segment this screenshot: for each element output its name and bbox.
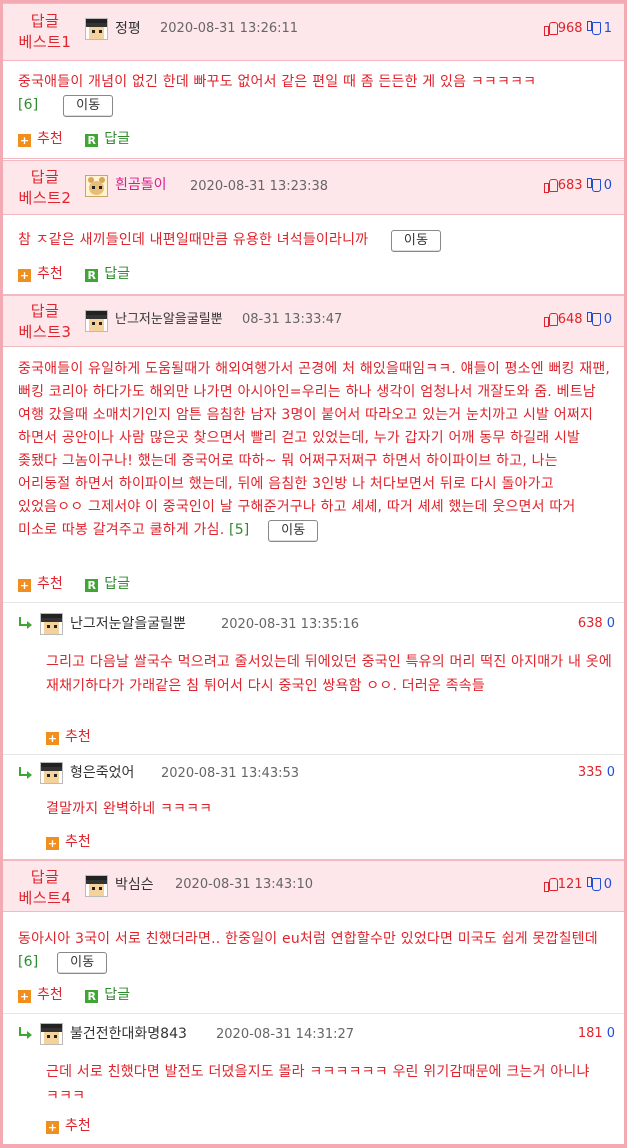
move-button[interactable]: 이동	[268, 520, 319, 542]
comment-actions: + 추천 R 답글	[18, 130, 148, 148]
author-nick[interactable]: 형은죽었어	[70, 763, 134, 783]
best-comment-header-2: 답글 베스트2 흰곰돌이 2020-08-31 13:23:38 683 0	[3, 160, 624, 215]
reply-arrow-icon	[18, 767, 32, 779]
recommend-button[interactable]: + 추천	[18, 130, 63, 148]
recommend-button[interactable]: + 추천	[46, 1117, 91, 1135]
avatar[interactable]	[40, 613, 63, 635]
thumbs-up-icon[interactable]	[543, 21, 558, 36]
comment-actions: + 추천 R 답글	[18, 986, 148, 1004]
comment-date: 2020-08-31 14:31:27	[216, 1027, 355, 1042]
comment-actions: + 추천 R 답글	[18, 265, 148, 283]
comment-date: 08-31 13:33:47	[242, 312, 343, 327]
thumbs-down-icon[interactable]	[586, 312, 601, 326]
author-nick[interactable]: 흰곰돌이	[115, 175, 167, 195]
comment-date: 2020-08-31 13:43:53	[161, 766, 300, 781]
avatar[interactable]	[85, 175, 108, 197]
reply-body: 그리고 다음날 쌀국수 먹으려고 줄서있는데 뒤에있던 중국인 특유의 머리 떡…	[46, 654, 612, 694]
vote-counts: 968 1	[543, 19, 612, 39]
recommend-button[interactable]: + 추천	[18, 986, 63, 1004]
comment-date: 2020-08-31 13:23:38	[190, 179, 329, 194]
plus-icon: +	[18, 134, 31, 147]
vote-counts: 121 0	[543, 875, 612, 895]
author-nick[interactable]: 난그저눈알을굴릴뿐	[115, 310, 223, 330]
recommend-button[interactable]: + 추천	[46, 833, 91, 851]
best-label-1: 답글 베스트1	[18, 12, 72, 51]
comment-date: 2020-08-31 13:43:10	[175, 877, 314, 892]
plus-icon: +	[18, 579, 31, 592]
reply-arrow-icon	[18, 617, 32, 629]
reply-count: [6]	[18, 97, 39, 113]
move-button[interactable]: 이동	[63, 95, 114, 117]
divider	[3, 158, 624, 159]
recommend-button[interactable]: + 추천	[18, 575, 63, 593]
best-label-3: 답글 베스트3	[18, 302, 72, 341]
comment-date: 2020-08-31 13:26:11	[160, 21, 299, 36]
best-comment-header-3: 답글 베스트3 난그저눈알을굴릴뿐 08-31 13:33:47 648 0	[3, 295, 624, 347]
reply-body: 결말까지 완벽하네 ㅋㅋㅋㅋ	[46, 801, 213, 817]
divider	[3, 602, 624, 603]
move-button[interactable]: 이동	[57, 952, 108, 974]
reply-icon: R	[85, 990, 99, 1003]
vote-counts: 638 0	[577, 616, 615, 631]
plus-icon: +	[46, 837, 59, 850]
vote-counts: 181 0	[577, 1026, 615, 1041]
reply-actions: + 추천	[46, 728, 109, 746]
vote-counts: 683 0	[543, 176, 612, 196]
reply-count: [6]	[18, 954, 39, 970]
reply-icon: R	[85, 134, 99, 147]
recommend-button[interactable]: + 추천	[46, 728, 91, 746]
reply-actions: + 추천	[46, 1117, 109, 1135]
thumbs-down-icon[interactable]	[586, 178, 601, 192]
divider	[3, 1013, 624, 1014]
comment-body: 동아시아 3국이 서로 친했더라면.. 한중일이 eu처럼 연합할수만 있었다면…	[18, 928, 613, 974]
thumbs-up-icon[interactable]	[543, 312, 558, 327]
plus-icon: +	[18, 269, 31, 282]
avatar[interactable]	[40, 762, 63, 784]
reply-button[interactable]: R 답글	[85, 130, 130, 148]
reply-body: 근데 서로 친했다면 발전도 더뎠을지도 몰라 ㅋㅋㅋㅋㅋㅋ 우린 위기감때문에…	[46, 1064, 590, 1104]
comment-body: 참 ㅈ같은 새끼들인데 내편일때만큼 유용한 녀석들이라니까 이동	[18, 229, 613, 252]
reply-button[interactable]: R 답글	[85, 265, 130, 283]
comment-body: 중국애들이 개념이 없긴 한데 빠꾸도 없어서 같은 편일 때 좀 든든한 게 …	[18, 71, 613, 117]
author-nick[interactable]: 정평	[115, 19, 141, 39]
move-button[interactable]: 이동	[390, 230, 442, 252]
best-label-2: 답글 베스트2	[18, 168, 72, 207]
best-comment-header-1: 답글 베스트1 정평 2020-08-31 13:26:11 968 1	[3, 3, 624, 61]
thumbs-down-icon[interactable]	[586, 877, 601, 891]
plus-icon: +	[46, 732, 59, 745]
reply-button[interactable]: R 답글	[85, 986, 130, 1004]
reply-arrow-icon	[18, 1027, 32, 1039]
best-label-4: 답글 베스트4	[18, 868, 72, 907]
divider	[3, 754, 624, 755]
vote-counts: 648 0	[543, 310, 612, 330]
comment-date: 2020-08-31 13:35:16	[221, 617, 360, 632]
plus-icon: +	[18, 990, 31, 1003]
recommend-button[interactable]: + 추천	[18, 265, 63, 283]
thumbs-up-icon[interactable]	[543, 178, 558, 193]
author-nick[interactable]: 박심슨	[115, 875, 154, 895]
avatar[interactable]	[85, 875, 108, 897]
avatar[interactable]	[85, 310, 108, 332]
best-comment-header-4: 답글 베스트4 박심슨 2020-08-31 13:43:10 121 0	[3, 860, 624, 912]
plus-icon: +	[46, 1121, 59, 1134]
thumbs-up-icon[interactable]	[543, 877, 558, 892]
reply-count: [5]	[229, 522, 250, 538]
avatar[interactable]	[40, 1023, 63, 1045]
reply-actions: + 추천	[46, 833, 109, 851]
author-nick[interactable]: 불건전한대화명843	[70, 1024, 187, 1044]
thumbs-down-icon[interactable]	[586, 21, 601, 35]
author-nick[interactable]: 난그저눈알을굴릴뿐	[70, 614, 186, 634]
reply-button[interactable]: R 답글	[85, 575, 130, 593]
avatar[interactable]	[85, 18, 108, 40]
vote-counts: 335 0	[577, 765, 615, 780]
comment-actions: + 추천 R 답글	[18, 575, 148, 593]
reply-icon: R	[85, 579, 99, 592]
comment-body: 중국애들이 유일하게 도움될때가 해외여행가서 곤경에 처 해있을때임ㅋㅋ. 얘…	[18, 358, 613, 542]
reply-icon: R	[85, 269, 99, 282]
